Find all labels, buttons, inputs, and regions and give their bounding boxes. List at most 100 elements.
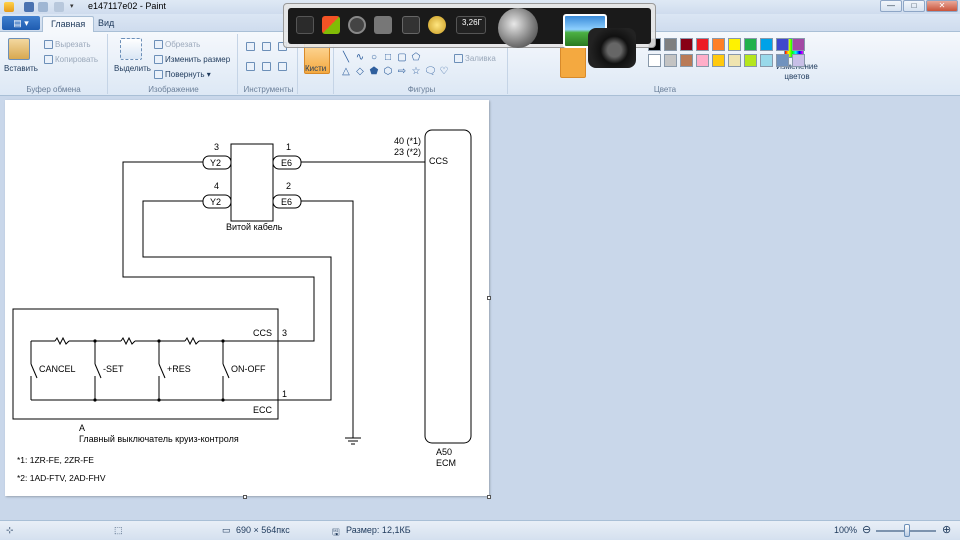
color-swatch[interactable]	[792, 54, 805, 67]
arrow-right-icon[interactable]: ⇨	[396, 66, 408, 78]
crop-label: Обрезать	[165, 40, 201, 49]
resize-handle-bottom[interactable]	[243, 495, 247, 499]
color-swatch[interactable]	[728, 54, 741, 67]
switch-cancel-blade	[30, 363, 38, 379]
triangle-icon[interactable]: △	[340, 66, 352, 78]
spiral-cable-label: Витой кабель	[226, 222, 283, 232]
connector-y2-upper-label: Y2	[210, 158, 221, 168]
magnifier-icon[interactable]	[278, 62, 287, 71]
line-icon[interactable]: ╲	[340, 52, 352, 64]
color-swatch[interactable]	[712, 38, 725, 51]
clock-icon[interactable]	[348, 16, 366, 34]
color-swatch[interactable]	[664, 54, 677, 67]
save-icon[interactable]	[24, 2, 34, 12]
paste-icon[interactable]	[8, 38, 30, 60]
shapes-group-label: Фигуры	[407, 85, 436, 94]
pentagon-icon[interactable]: ⬟	[368, 66, 380, 78]
oval-icon[interactable]: ○	[368, 52, 380, 64]
heart-icon[interactable]: ♡	[438, 66, 450, 78]
clipboard-group: Вставить Вырезать Копировать Буфер обмен…	[0, 34, 108, 94]
drawing-canvas[interactable]: 3 4 1 2 Y2 Y2 E6 E6 Витой кабель 40 (*1)…	[5, 100, 489, 496]
trophy-icon[interactable]	[374, 16, 392, 34]
color-swatch[interactable]	[680, 38, 693, 51]
select-icon[interactable]	[120, 38, 142, 60]
paint-app-icon[interactable]	[4, 2, 14, 12]
color-swatch[interactable]	[696, 38, 709, 51]
ecm-box	[424, 129, 472, 444]
media-icon[interactable]	[402, 16, 420, 34]
color-swatch[interactable]	[728, 38, 741, 51]
copy-icon	[44, 55, 53, 65]
minimize-button[interactable]: —	[880, 0, 902, 12]
tab-view[interactable]: Вид	[90, 16, 122, 33]
image-size-icon: ▭	[222, 525, 231, 535]
color-swatch[interactable]	[792, 38, 805, 51]
fill-icon[interactable]	[262, 42, 271, 51]
curve-icon[interactable]: ∿	[354, 52, 366, 64]
resistor-1	[54, 336, 70, 346]
resize-button[interactable]: Изменить размер	[154, 55, 230, 65]
switch-ccs-pin: 3	[282, 328, 287, 338]
camera-icon[interactable]	[588, 28, 636, 68]
cut-button[interactable]: Вырезать	[44, 40, 91, 50]
fill-button[interactable]: Заливка	[454, 54, 496, 64]
copy-button[interactable]: Копировать	[44, 55, 98, 65]
junction-5	[157, 398, 161, 402]
maximize-button[interactable]: □	[903, 0, 925, 12]
diamond-icon[interactable]: ◇	[354, 66, 366, 78]
color-swatch[interactable]	[696, 54, 709, 67]
customize-toolbar-icon[interactable]: ▾	[70, 2, 80, 12]
eraser-icon[interactable]	[246, 62, 255, 71]
zoom-slider-thumb[interactable]	[904, 524, 910, 537]
star-icon[interactable]: ☆	[410, 66, 422, 78]
rectangle-icon[interactable]: □	[382, 52, 394, 64]
select-button[interactable]: Выделить	[114, 64, 151, 73]
cut-label: Вырезать	[55, 40, 91, 49]
windows-flag-icon[interactable]	[322, 16, 340, 34]
rotate-button[interactable]: Повернуть ▾	[154, 70, 211, 80]
rounded-rect-icon[interactable]: ▢	[396, 52, 408, 64]
resistor-3	[184, 336, 200, 346]
color-swatch[interactable]	[760, 54, 773, 67]
color-picker-icon[interactable]	[262, 62, 271, 71]
lightbulb-icon[interactable]	[428, 16, 446, 34]
polygon-icon[interactable]: ⬠	[410, 52, 422, 64]
color-swatch[interactable]	[712, 54, 725, 67]
switch-res-blade	[158, 363, 166, 379]
ecm-pin-label-2: 23 (*2)	[394, 147, 421, 157]
close-button[interactable]: ✕	[926, 0, 958, 12]
junction-4	[93, 398, 97, 402]
connector-e6-lower-label: E6	[281, 197, 292, 207]
app-icon-1[interactable]	[296, 16, 314, 34]
zoom-out-button[interactable]: ⊖	[862, 523, 871, 536]
pin-label-2: 2	[286, 181, 291, 191]
crop-button[interactable]: Обрезать	[154, 40, 201, 50]
resize-handle-corner[interactable]	[487, 495, 491, 499]
zoom-in-button[interactable]: ⊕	[942, 523, 951, 536]
color-swatch[interactable]	[744, 38, 757, 51]
hexagon-icon[interactable]: ⬡	[382, 66, 394, 78]
resistor-2	[120, 336, 136, 346]
color-swatch[interactable]	[648, 54, 661, 67]
tab-home[interactable]: Главная	[42, 16, 95, 33]
undo-icon[interactable]	[38, 2, 48, 12]
redo-icon[interactable]	[54, 2, 64, 12]
globe-icon[interactable]	[498, 8, 538, 48]
brushes-button[interactable]: Кисти	[305, 64, 326, 73]
switch-cancel-label: CANCEL	[39, 364, 76, 374]
clipboard-group-label: Буфер обмена	[26, 85, 81, 94]
cursor-position-icon: ⊹	[6, 525, 14, 535]
pencil-icon[interactable]	[246, 42, 255, 51]
resize-handle-right[interactable]	[487, 296, 491, 300]
color-swatch[interactable]	[776, 54, 789, 67]
taskbar-panel: 3,26Г	[288, 8, 651, 68]
paint-menu-button[interactable]: ▤ ▾	[2, 16, 40, 30]
paste-button[interactable]: Вставить	[4, 64, 38, 73]
color-swatch[interactable]	[776, 38, 789, 51]
callout-icon[interactable]: 🗨	[424, 66, 437, 78]
color-swatch[interactable]	[680, 54, 693, 67]
color-swatch[interactable]	[744, 54, 757, 67]
color-swatch[interactable]	[664, 38, 677, 51]
footnote-2: *2: 1AD-FTV, 2AD-FHV	[17, 473, 106, 483]
color-swatch[interactable]	[760, 38, 773, 51]
